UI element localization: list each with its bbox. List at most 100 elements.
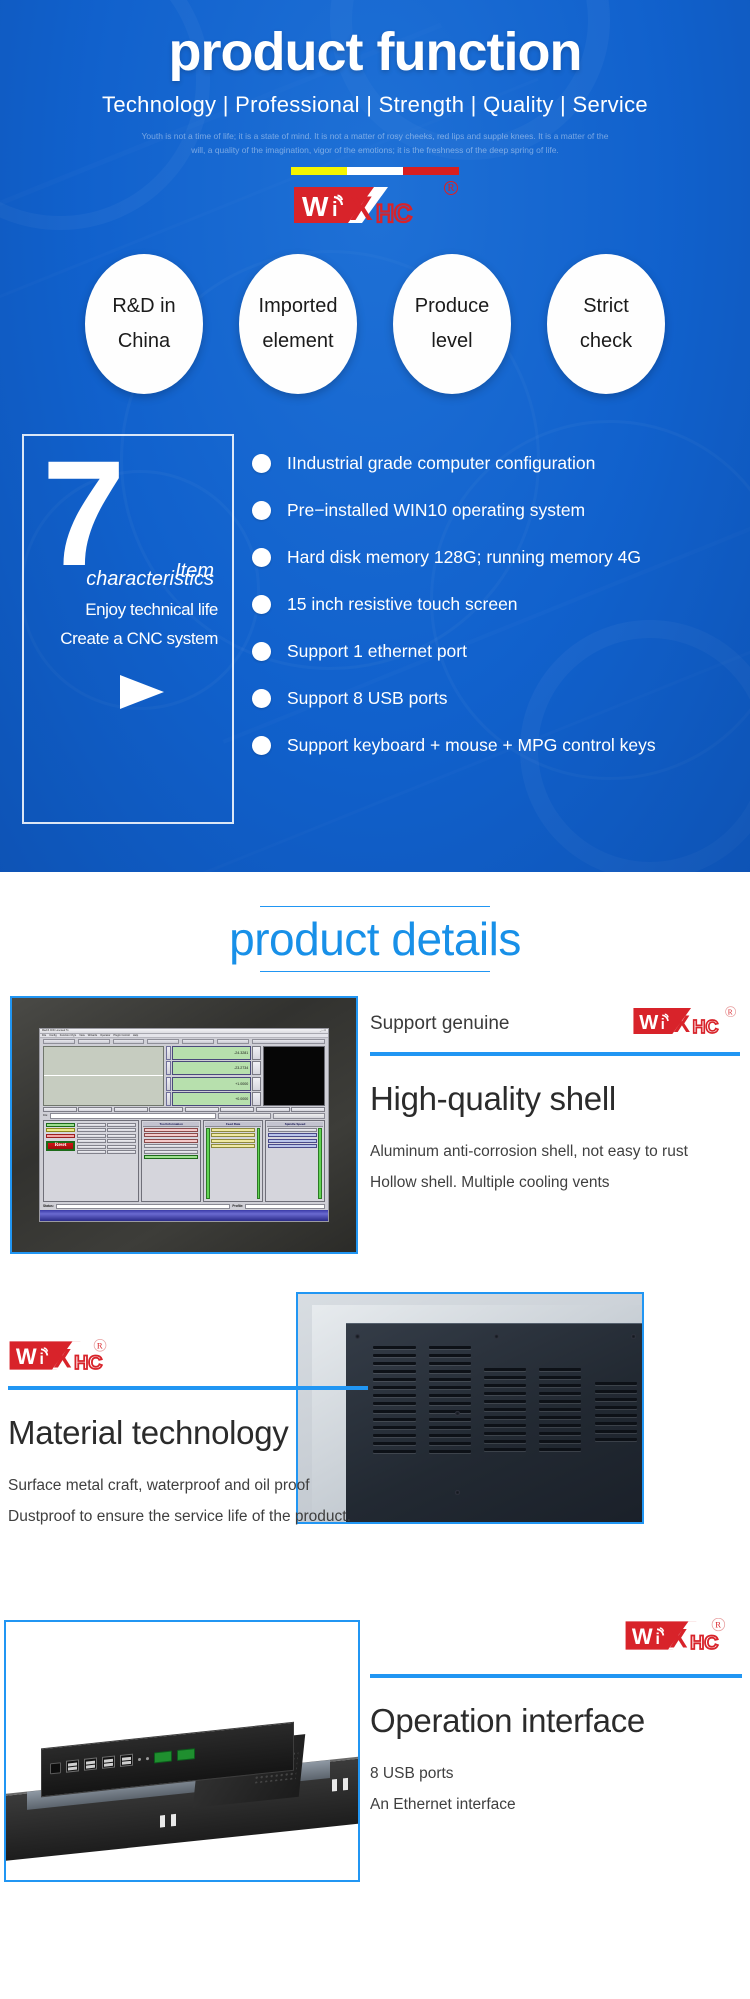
vent-column: [484, 1342, 527, 1518]
body-line-2: An Ethernet interface: [370, 1796, 516, 1814]
tab-tool-path[interactable]: [112, 1038, 145, 1044]
menu-item-file[interactable]: File: [42, 1034, 46, 1037]
dro-value-x[interactable]: -24.3281: [172, 1045, 251, 1060]
feedrate-field[interactable]: [211, 1133, 256, 1138]
steel-back-cover: [346, 1323, 642, 1522]
panel-cycle-controls: Reset: [43, 1119, 140, 1202]
heading-rule-bottom: [260, 970, 490, 972]
button-soft-limits[interactable]: [184, 1107, 219, 1113]
axis-button-a[interactable]: [165, 1092, 171, 1107]
load-gcode-button[interactable]: [76, 1139, 106, 1144]
status-field: [55, 1203, 231, 1209]
body-line-1: Surface metal craft, waterproof and oil …: [8, 1476, 310, 1494]
panel-body: [267, 1127, 323, 1200]
run-from-here-button[interactable]: [76, 1150, 106, 1155]
accent-bar: [291, 166, 459, 175]
auto-tool-zero-button[interactable]: [144, 1144, 199, 1149]
close-gcode-button[interactable]: [76, 1133, 106, 1138]
reverse-run-button[interactable]: [107, 1133, 137, 1138]
indicator-led-icon: [145, 1756, 149, 1760]
axis-button-z[interactable]: [165, 1076, 171, 1091]
feed-hold-button[interactable]: [46, 1128, 76, 1133]
tab-diagnostics[interactable]: [216, 1038, 249, 1044]
svg-text:i: i: [39, 1351, 43, 1368]
tool-dia-field[interactable]: [144, 1133, 199, 1138]
menu-item-operator[interactable]: Operator: [100, 1034, 110, 1037]
menu-item-wizards[interactable]: Wizards: [88, 1034, 97, 1037]
tab-axis-selector[interactable]: [251, 1038, 326, 1044]
list-item: Pre−installed WIN10 operating system: [252, 487, 730, 534]
single-block-button[interactable]: [107, 1128, 137, 1133]
tool-number-field[interactable]: [144, 1127, 199, 1132]
button-regen-toolpath[interactable]: [220, 1107, 255, 1113]
dro-scale-a[interactable]: [252, 1092, 262, 1107]
tab-bar: [40, 1038, 328, 1045]
load-mode-button[interactable]: [218, 1113, 271, 1119]
wxhc-logo-small: W i X HC R: [624, 1617, 742, 1658]
edit-gcode-button[interactable]: [76, 1122, 106, 1127]
cycle-start-button[interactable]: [46, 1122, 76, 1127]
stop-button[interactable]: [46, 1133, 76, 1138]
units-per-rev-field[interactable]: [211, 1144, 256, 1149]
axis-button-y[interactable]: [165, 1061, 171, 1076]
support-genuine-row: Support genuine W i X HC R: [370, 996, 740, 1052]
window-controls: _ □ ✕: [319, 1029, 326, 1032]
list-item: Support keyboard + mouse + MPG control k…: [252, 722, 730, 769]
io-port-row: [49, 1747, 195, 1775]
button-jog-follow[interactable]: [291, 1107, 325, 1113]
axis-button-x[interactable]: [165, 1045, 171, 1060]
circle-line-1: Imported: [258, 294, 338, 317]
dro-value-z[interactable]: +1.0000: [172, 1076, 251, 1091]
dro-value-y[interactable]: -23.2734: [172, 1061, 251, 1076]
set-next-line-button[interactable]: [76, 1144, 106, 1149]
remember-button[interactable]: [144, 1149, 199, 1154]
tool-height-field[interactable]: [144, 1138, 199, 1143]
dro-scale-x[interactable]: [252, 1045, 262, 1060]
feature-bullet-list: IIndustrial grade computer configuration…: [234, 434, 730, 769]
button-machine-coords-2[interactable]: [149, 1107, 184, 1113]
menu-item-config[interactable]: Config: [49, 1034, 57, 1037]
body-line-2: Dustproof to ensure the service life of …: [8, 1508, 351, 1526]
button-display-mode[interactable]: [255, 1107, 290, 1113]
units-per-min-field[interactable]: [211, 1138, 256, 1143]
tab-mdi[interactable]: [77, 1038, 110, 1044]
vent-column: [594, 1342, 637, 1518]
rpm-field[interactable]: [268, 1133, 317, 1138]
profile-label: Profile:: [232, 1204, 244, 1208]
fro-field[interactable]: [211, 1127, 256, 1132]
rewind-button[interactable]: [107, 1122, 137, 1127]
feed-override-bar[interactable]: [206, 1127, 210, 1199]
file-path-input[interactable]: [49, 1113, 217, 1119]
menu-item-help[interactable]: Help: [133, 1034, 138, 1037]
blue-divider: [8, 1385, 368, 1390]
screw-icon: [455, 1489, 461, 1495]
last-mode-button[interactable]: [272, 1113, 326, 1119]
button-rpm[interactable]: [43, 1107, 77, 1113]
wxhc-logo-mark: W i X HC: [292, 183, 442, 232]
menu-item-function[interactable]: Function Cfg's: [60, 1034, 77, 1037]
m1-optional-button[interactable]: [107, 1150, 137, 1155]
button-machine-coords[interactable]: [78, 1107, 113, 1113]
jog-onoff-button[interactable]: [144, 1155, 199, 1160]
spindle-override-bar[interactable]: [318, 1127, 322, 1199]
tab-program-run[interactable]: [43, 1038, 75, 1044]
sov-field[interactable]: [268, 1138, 317, 1143]
feed-rate-bar[interactable]: [256, 1127, 261, 1199]
vent-column: [539, 1342, 582, 1518]
button-to-go[interactable]: [113, 1107, 148, 1113]
panel-tool-information: Tool Information: [141, 1119, 202, 1202]
menu-item-plugin[interactable]: PlugIn Control: [113, 1034, 129, 1037]
spindle-speed-field[interactable]: [268, 1144, 317, 1149]
recent-file-button[interactable]: [76, 1128, 106, 1133]
optional-stop-button[interactable]: [107, 1144, 137, 1149]
reset-button[interactable]: Reset: [46, 1140, 76, 1151]
dro-scale-z[interactable]: [252, 1076, 262, 1091]
dro-value-a[interactable]: +0.0000: [172, 1092, 251, 1107]
tab-settings[interactable]: [182, 1038, 214, 1044]
menu-item-view[interactable]: View: [79, 1034, 85, 1037]
seven-number: 7: [42, 428, 126, 597]
spindle-toggle-button[interactable]: [268, 1127, 317, 1132]
dro-scale-y[interactable]: [252, 1061, 262, 1076]
block-delete-button[interactable]: [107, 1139, 137, 1144]
tab-offsets[interactable]: [147, 1038, 180, 1044]
